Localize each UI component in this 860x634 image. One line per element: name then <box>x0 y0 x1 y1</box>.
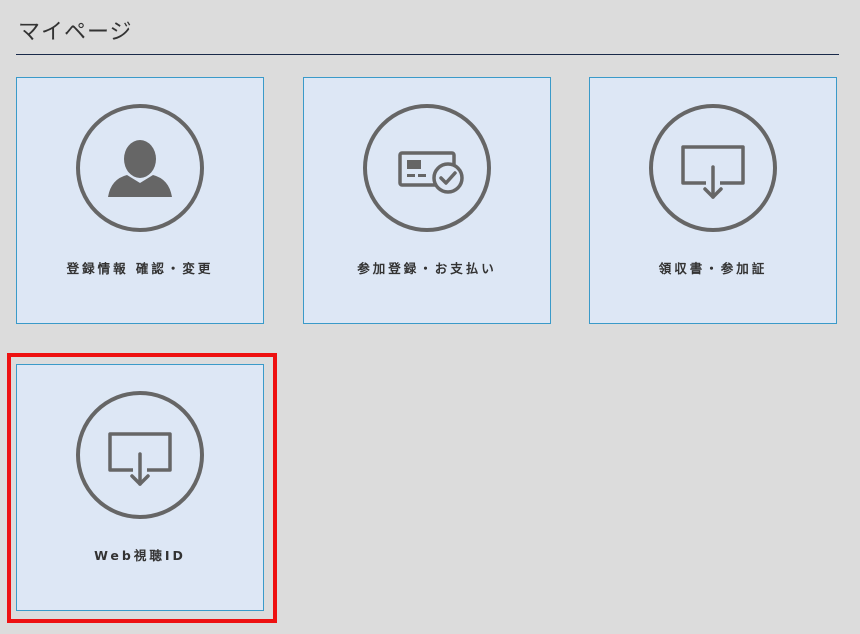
card-label: Web視聴ID <box>94 548 186 563</box>
card-label: 登録情報 確認・変更 <box>66 261 214 276</box>
page-title: マイページ <box>18 20 133 45</box>
card-registration-info[interactable]: 登録情報 確認・変更 <box>16 77 264 324</box>
title-divider <box>16 54 839 55</box>
card-registration-payment[interactable]: 参加登録・お支払い <box>303 77 551 324</box>
download-icon <box>75 390 205 520</box>
payment-card-check-icon <box>362 103 492 233</box>
card-label: 参加登録・お支払い <box>357 261 497 276</box>
card-label: 領収書・参加証 <box>658 261 768 276</box>
download-icon <box>648 103 778 233</box>
user-profile-icon <box>75 103 205 233</box>
card-receipt-certificate[interactable]: 領収書・参加証 <box>589 77 837 324</box>
card-web-viewing-id[interactable]: Web視聴ID <box>16 364 264 611</box>
